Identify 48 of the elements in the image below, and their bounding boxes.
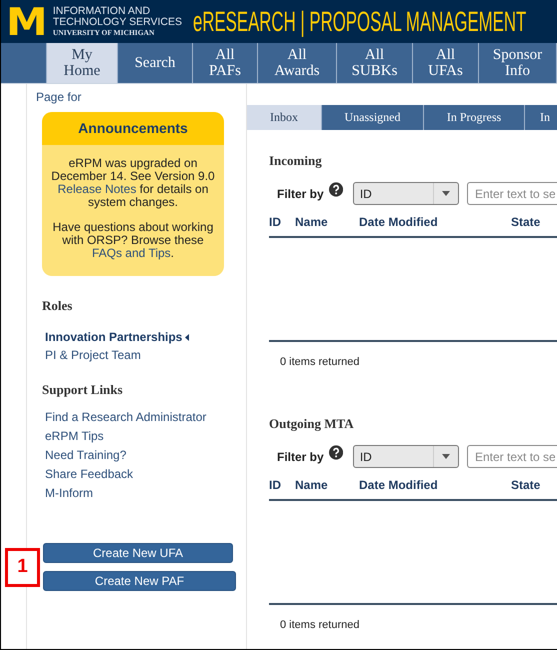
filter-select[interactable]: ID xyxy=(352,445,459,468)
filter-label: Filter by xyxy=(277,450,324,464)
column-header: ID xyxy=(269,215,282,229)
tab[interactable]: In xyxy=(525,105,557,130)
announcement-text: Have questions about working with ORSP? Browse these FAQs and Tips. xyxy=(52,221,214,260)
support-link[interactable]: M-Inform xyxy=(45,486,93,500)
column-header: State xyxy=(511,478,542,492)
announcement-link[interactable]: Release Notes xyxy=(58,182,136,196)
support-link[interactable]: Find a Research Administrator xyxy=(45,410,206,424)
filter-label: Filter by xyxy=(277,186,324,200)
column-header: State xyxy=(511,215,542,229)
tab[interactable]: In Progress xyxy=(424,105,525,130)
caret-icon xyxy=(185,334,190,340)
items-count: 0 items returned xyxy=(280,356,360,368)
create-button[interactable]: Create New PAF xyxy=(43,571,236,591)
nav-tab[interactable]: My Home xyxy=(47,43,118,83)
announcement-link[interactable]: FAQs and Tips xyxy=(92,246,171,260)
tab[interactable]: Inbox xyxy=(247,105,322,130)
column-header: ID xyxy=(269,478,282,492)
help-icon[interactable] xyxy=(328,445,343,460)
tab[interactable]: Unassigned xyxy=(322,105,424,130)
items-count: 0 items returned xyxy=(280,619,360,631)
search-field[interactable]: Enter text to se xyxy=(467,445,557,468)
column-header: Date Modified xyxy=(359,215,439,229)
create-button[interactable]: Create New UFA xyxy=(43,543,233,563)
column-header: Date Modified xyxy=(359,478,439,492)
support-link[interactable]: Share Feedback xyxy=(45,467,134,481)
search-field[interactable]: Enter text to se xyxy=(467,182,557,205)
organization-name-line: TECHNOLOGY SERVICES xyxy=(52,17,182,28)
roles-heading: Roles xyxy=(42,298,74,314)
support-link[interactable]: Need Training? xyxy=(45,448,126,462)
section-title: Outgoing MTA xyxy=(269,416,355,432)
support-link[interactable]: eRPM Tips xyxy=(45,429,104,443)
page-for-label: Page for xyxy=(36,90,82,104)
section-title: Incoming xyxy=(269,153,323,169)
column-header: Name xyxy=(295,215,329,229)
announcement-text: eRPM was upgraded on December 14. See Version 9.0 Release Notes for details on system changes. xyxy=(50,157,216,209)
announcements-title: Announcements xyxy=(42,112,224,145)
university-logo: M xyxy=(6,6,48,36)
site-title: eRESEARCH | PROPOSAL MANAGEMENT xyxy=(192,6,526,38)
support-links-heading: Support Links xyxy=(42,382,124,398)
organization-name-line: INFORMATION AND xyxy=(52,6,150,17)
role-link[interactable]: Innovation Partnerships xyxy=(45,330,190,344)
filter-select[interactable]: ID xyxy=(352,182,459,205)
column-header: Name xyxy=(295,478,329,492)
role-link[interactable]: PI & Project Team xyxy=(45,348,141,362)
callout-marker: 1 xyxy=(5,548,40,586)
help-icon[interactable] xyxy=(328,182,343,197)
